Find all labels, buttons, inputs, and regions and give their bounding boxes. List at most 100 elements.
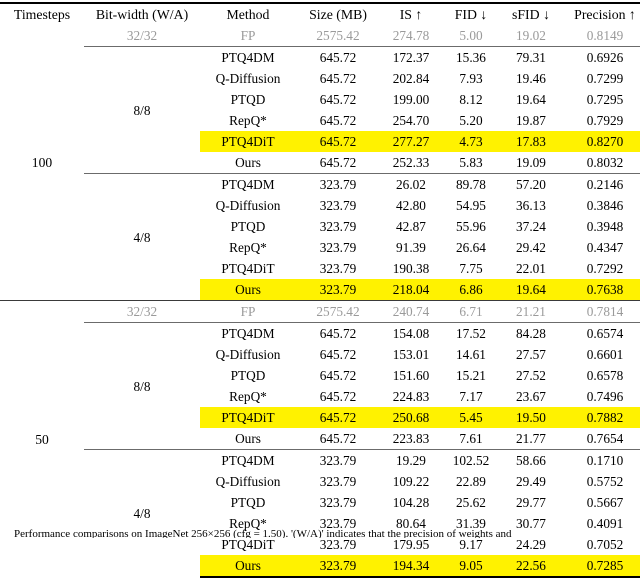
precision-cell: 0.2146 [562,173,640,195]
method-cell: RepQ* [229,389,267,404]
is-cell: 202.84 [392,71,430,86]
sfid-cell: 37.24 [516,219,546,234]
table-row: 50 32/32 FP 2575.42 240.74 6.71 21.21 0.7814 [0,300,640,577]
is-cell: 199.00 [392,92,430,107]
sfid-cell: 23.67 [516,389,546,404]
fid-cell: 14.61 [456,347,486,362]
sfid-cell: 19.64 [500,279,562,301]
sfid-cell: 29.77 [516,495,546,510]
precision-cell: 0.7638 [562,279,640,301]
precision-cell: 0.5667 [586,495,624,510]
sfid-cell: 21.21 [500,300,562,323]
table-row: 4/8 PTQ4DM 323.79 19.29 102.52 58.66 0.1710 [0,449,640,577]
method-cell: Ours [200,279,296,301]
bitwidth-cell: 32/32 [126,28,158,43]
is-cell: 42.87 [396,219,426,234]
is-cell: 153.01 [392,347,430,362]
results-table-container: Timesteps Bit-width (W/A) Method Size (M… [0,0,640,578]
is-cell: 109.22 [392,474,430,489]
is-cell: 218.04 [380,279,442,301]
fid-cell: 22.89 [456,474,486,489]
sfid-cell: 21.77 [516,431,546,446]
precision-cell: 0.6926 [562,46,640,68]
sfid-cell: 57.20 [500,173,562,195]
column-header-sfid: sFID ↓ [500,2,562,25]
table-row: 4/8 PTQ4DM 323.79 26.02 89.78 57.20 0.2146 [0,173,640,301]
method-cell: FP [200,300,296,323]
method-cell: PTQ4DM [200,173,296,195]
is-cell: 91.39 [396,240,426,255]
precision-cell: 0.8270 [562,131,640,152]
fid-cell: 6.71 [442,300,500,323]
method-cell: PTQD [230,495,266,510]
is-cell: 252.33 [392,155,430,170]
fid-cell: 4.73 [442,131,500,152]
precision-cell: 0.6601 [586,347,624,362]
fid-cell: 9.05 [442,555,500,578]
sfid-cell: 22.01 [516,261,546,276]
fid-cell: 89.78 [442,173,500,195]
sfid-cell: 19.46 [516,71,546,86]
fid-cell: 7.93 [459,71,483,86]
sfid-cell: 29.49 [516,474,546,489]
bitwidth-cell: 8/8 [84,46,200,174]
is-cell: 26.02 [380,173,442,195]
method-cell: RepQ* [229,113,267,128]
fid-cell: 15.36 [442,46,500,68]
fid-cell: 5.20 [459,113,483,128]
size-cell: 323.79 [319,240,357,255]
sfid-cell: 27.57 [516,347,546,362]
precision-cell: 0.5752 [586,474,624,489]
size-cell: 645.72 [319,92,357,107]
method-cell: PTQ4DiT [200,407,296,428]
table-row: 8/8 PTQ4DM 645.72 154.08 17.52 84.28 0.6574 [0,322,640,450]
fid-cell: 7.75 [459,261,483,276]
precision-cell: 0.7285 [562,555,640,578]
size-cell: 645.72 [296,322,380,344]
is-cell: 223.83 [392,431,430,446]
size-cell: 323.79 [296,555,380,578]
precision-cell: 0.8032 [586,155,624,170]
results-table: Timesteps Bit-width (W/A) Method Size (M… [0,2,640,578]
fid-cell: 15.21 [456,368,486,383]
sfid-cell: 19.50 [500,407,562,428]
column-header-precision: Precision ↑ [562,2,640,25]
is-cell: 240.74 [380,300,442,323]
size-cell: 323.79 [319,198,357,213]
method-cell: Ours [200,555,296,578]
size-cell: 645.72 [319,155,357,170]
method-cell: Q-Diffusion [215,198,281,213]
fid-cell: 7.61 [459,431,483,446]
is-cell: 19.29 [380,449,442,471]
sfid-cell: 19.64 [516,92,546,107]
fid-cell: 5.45 [442,407,500,428]
method-cell: PTQ4DM [200,322,296,344]
size-cell: 323.79 [319,219,357,234]
table-body: 100 32/32 FP 2575.42 274.78 5.00 19.02 0.8149 8/… [0,25,640,578]
precision-cell: 0.7929 [586,113,624,128]
is-cell: 277.27 [380,131,442,152]
is-cell: 194.34 [380,555,442,578]
size-cell: 2575.42 [296,300,380,323]
precision-cell: 0.7295 [586,92,624,107]
is-cell: 274.78 [392,28,430,43]
sfid-cell: 79.31 [500,46,562,68]
method-cell: Q-Diffusion [215,474,281,489]
size-cell: 323.79 [319,261,357,276]
precision-cell: 0.4347 [586,240,624,255]
sfid-cell: 36.13 [516,198,546,213]
method-cell: PTQD [230,92,266,107]
method-cell: Q-Diffusion [215,71,281,86]
size-cell: 645.72 [296,407,380,428]
size-cell: 323.79 [319,495,357,510]
sfid-cell: 22.56 [500,555,562,578]
table-header-row: Timesteps Bit-width (W/A) Method Size (M… [0,2,640,25]
method-cell: PTQ4DiT [200,131,296,152]
size-cell: 645.72 [319,368,357,383]
is-cell: 42.80 [396,198,426,213]
bitwidth-cell: 4/8 [84,449,200,577]
column-header-is: IS ↑ [380,2,442,25]
precision-cell: 0.3846 [586,198,624,213]
column-header-size: Size (MB) [296,2,380,25]
table-row: 100 32/32 FP 2575.42 274.78 5.00 19.02 0.8149 [0,25,640,170]
